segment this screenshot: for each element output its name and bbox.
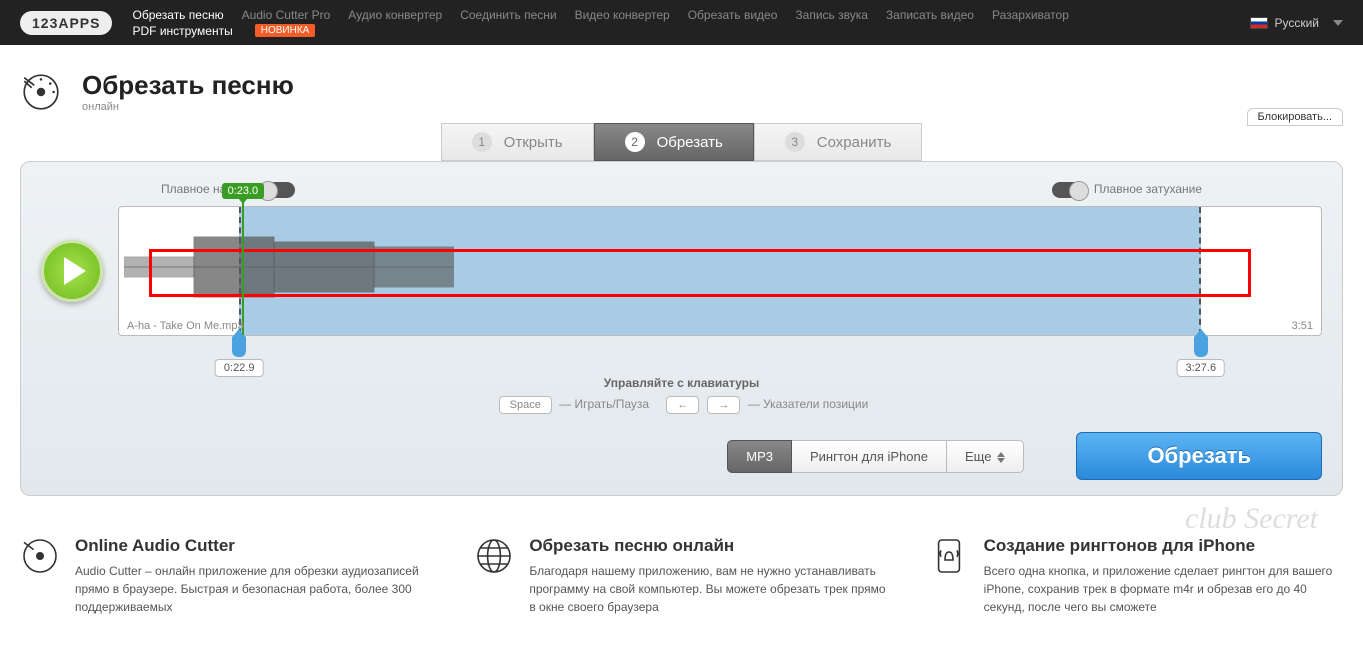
nav-cut-video[interactable]: Обрезать видео <box>688 8 778 22</box>
page-header: Обрезать песню онлайн <box>0 45 1363 123</box>
start-time: 0:22.9 <box>215 359 264 377</box>
format-mp3[interactable]: MP3 <box>727 440 792 473</box>
step-open[interactable]: 1Открыть <box>441 123 594 161</box>
bell-phone-icon <box>929 536 969 576</box>
step-save[interactable]: 3Сохранить <box>754 123 923 161</box>
globe-icon <box>474 536 514 576</box>
nav-row-1: Обрезать песню Audio Cutter Pro Аудио ко… <box>132 8 1068 22</box>
language-selector[interactable]: Русский <box>1250 16 1343 30</box>
format-ringtone[interactable]: Рингтон для iPhone <box>792 440 947 473</box>
play-icon <box>64 257 86 285</box>
nav-join-songs[interactable]: Соединить песни <box>460 8 556 22</box>
end-marker[interactable] <box>1194 335 1208 357</box>
features: Online Audio Cutter Audio Cutter – онлайн… <box>0 496 1363 626</box>
feature-text: Audio Cutter – онлайн приложение для обр… <box>75 562 434 616</box>
logo[interactable]: 123APPS <box>20 11 112 35</box>
feature-text: Благодаря нашему приложению, вам не нужн… <box>529 562 888 616</box>
end-time: 3:27.6 <box>1177 359 1226 377</box>
track-duration: 3:51 <box>1292 320 1313 332</box>
page-title: Обрезать песню <box>82 70 294 101</box>
cd-icon <box>20 71 62 113</box>
playhead[interactable]: 0:23.0 <box>242 195 244 335</box>
key-left: ← <box>666 396 699 414</box>
step-cut[interactable]: 2Обрезать <box>594 123 754 161</box>
top-nav: 123APPS Обрезать песню Audio Cutter Pro … <box>0 0 1363 45</box>
nav-audio-cutter-pro[interactable]: Audio Cutter Pro <box>242 8 331 22</box>
playhead-time: 0:23.0 <box>222 183 265 199</box>
nav-archiver[interactable]: Разархиватор <box>992 8 1069 22</box>
feature-text: Всего одна кнопка, и приложение сделает … <box>984 562 1343 616</box>
nav-audio-converter[interactable]: Аудио конвертер <box>348 8 442 22</box>
waveform[interactable]: 0:23.0 A-ha - Take On Me.mp3 3:51 0:22.9… <box>118 206 1322 336</box>
start-marker[interactable] <box>232 335 246 357</box>
track-name: A-ha - Take On Me.mp3 <box>127 320 244 332</box>
feature-title: Создание рингтонов для iPhone <box>984 536 1343 556</box>
cd-icon <box>20 536 60 576</box>
cut-button[interactable]: Обрезать <box>1076 432 1322 480</box>
block-button[interactable]: Блокировать... <box>1247 108 1343 126</box>
keyboard-hints: Управляйте с клавиатуры Space — Играть/П… <box>41 376 1322 414</box>
chevron-down-icon <box>1333 20 1343 26</box>
editor-panel: Плавное начало Плавное затухание <box>20 161 1343 496</box>
fade-in-toggle[interactable] <box>259 182 295 198</box>
nav-row-2: PDF инструменты НОВИНКА <box>132 24 1068 38</box>
fade-out-control: Плавное затухание <box>1046 182 1202 198</box>
nav-video-converter[interactable]: Видео конвертер <box>575 8 670 22</box>
play-button[interactable] <box>41 240 103 302</box>
nav-record-video[interactable]: Записать видео <box>886 8 974 22</box>
key-space: Space <box>499 396 552 414</box>
page-subtitle: онлайн <box>82 101 294 113</box>
highlight-box <box>149 249 1251 297</box>
feature-title: Обрезать песню онлайн <box>529 536 888 556</box>
nav-cut-song[interactable]: Обрезать песню <box>132 8 223 22</box>
new-badge: НОВИНКА <box>255 24 316 37</box>
format-more[interactable]: Еще <box>947 440 1024 473</box>
steps: 1Открыть 2Обрезать 3Сохранить <box>20 123 1343 161</box>
nav-record-audio[interactable]: Запись звука <box>795 8 868 22</box>
key-right: → <box>707 396 740 414</box>
updown-icon <box>997 452 1005 463</box>
language-label: Русский <box>1274 16 1319 30</box>
format-row: MP3 Рингтон для iPhone Еще Обрезать <box>41 432 1322 480</box>
nav-pdf-tools[interactable]: PDF инструменты <box>132 24 232 38</box>
feature-title: Online Audio Cutter <box>75 536 434 556</box>
fade-out-toggle[interactable] <box>1052 182 1088 198</box>
flag-icon <box>1250 17 1268 29</box>
